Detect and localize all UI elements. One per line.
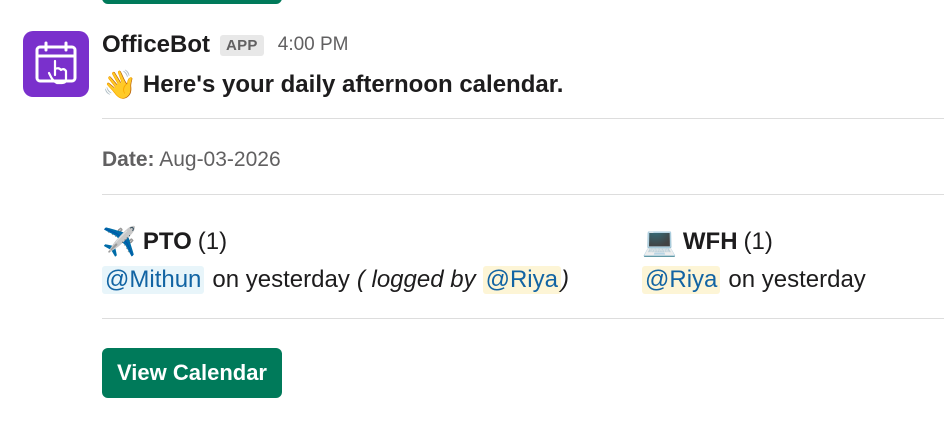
message-timestamp[interactable]: 4:00 PM: [278, 34, 349, 56]
date-value: Aug-03-2026: [159, 148, 281, 171]
bot-name[interactable]: OfficeBot: [102, 31, 210, 59]
pto-section: ✈️ PTO (1) @Mithun on yesterday ( logged…: [102, 222, 569, 294]
logged-by-close: ): [560, 266, 569, 293]
message-header: OfficeBot APP 4:00 PM: [102, 30, 349, 60]
wfh-entry: @Riya on yesterday: [642, 266, 866, 294]
wfh-title: 💻 WFH (1): [642, 222, 866, 262]
user-mention[interactable]: @Riya: [482, 266, 561, 294]
pto-entry-text: on yesterday: [212, 266, 350, 293]
divider: [102, 318, 944, 319]
pto-label: PTO: [142, 228, 192, 255]
bot-avatar[interactable]: [23, 31, 89, 97]
laptop-icon: 💻: [642, 225, 677, 258]
calendar-touch-icon: [35, 41, 77, 85]
divider: [102, 194, 944, 195]
pto-count: (1): [197, 228, 228, 255]
pto-title: ✈️ PTO (1): [102, 222, 569, 262]
app-badge: APP: [220, 34, 264, 56]
wfh-entry-text: on yesterday: [728, 266, 866, 293]
wfh-section: 💻 WFH (1) @Riya on yesterday: [642, 222, 866, 294]
airplane-icon: ✈️: [102, 225, 137, 258]
wfh-label: WFH: [682, 228, 738, 255]
headline-text: Here's your daily afternoon calendar.: [142, 71, 564, 98]
wfh-count: (1): [743, 228, 773, 255]
pto-entry: @Mithun on yesterday ( logged by @Riya ): [102, 266, 569, 294]
date-line: Date: Aug-03-2026: [102, 148, 281, 172]
user-mention[interactable]: @Riya: [642, 266, 721, 294]
view-calendar-button[interactable]: View Calendar: [102, 348, 282, 398]
logged-by-text: ( logged by: [356, 266, 476, 293]
divider: [102, 118, 944, 119]
message-headline: 👋 Here's your daily afternoon calendar.: [102, 66, 563, 104]
previous-message-button[interactable]: [102, 0, 282, 4]
waving-hand-icon: 👋: [102, 68, 137, 101]
user-mention[interactable]: @Mithun: [102, 266, 205, 294]
date-label: Date:: [102, 148, 155, 171]
